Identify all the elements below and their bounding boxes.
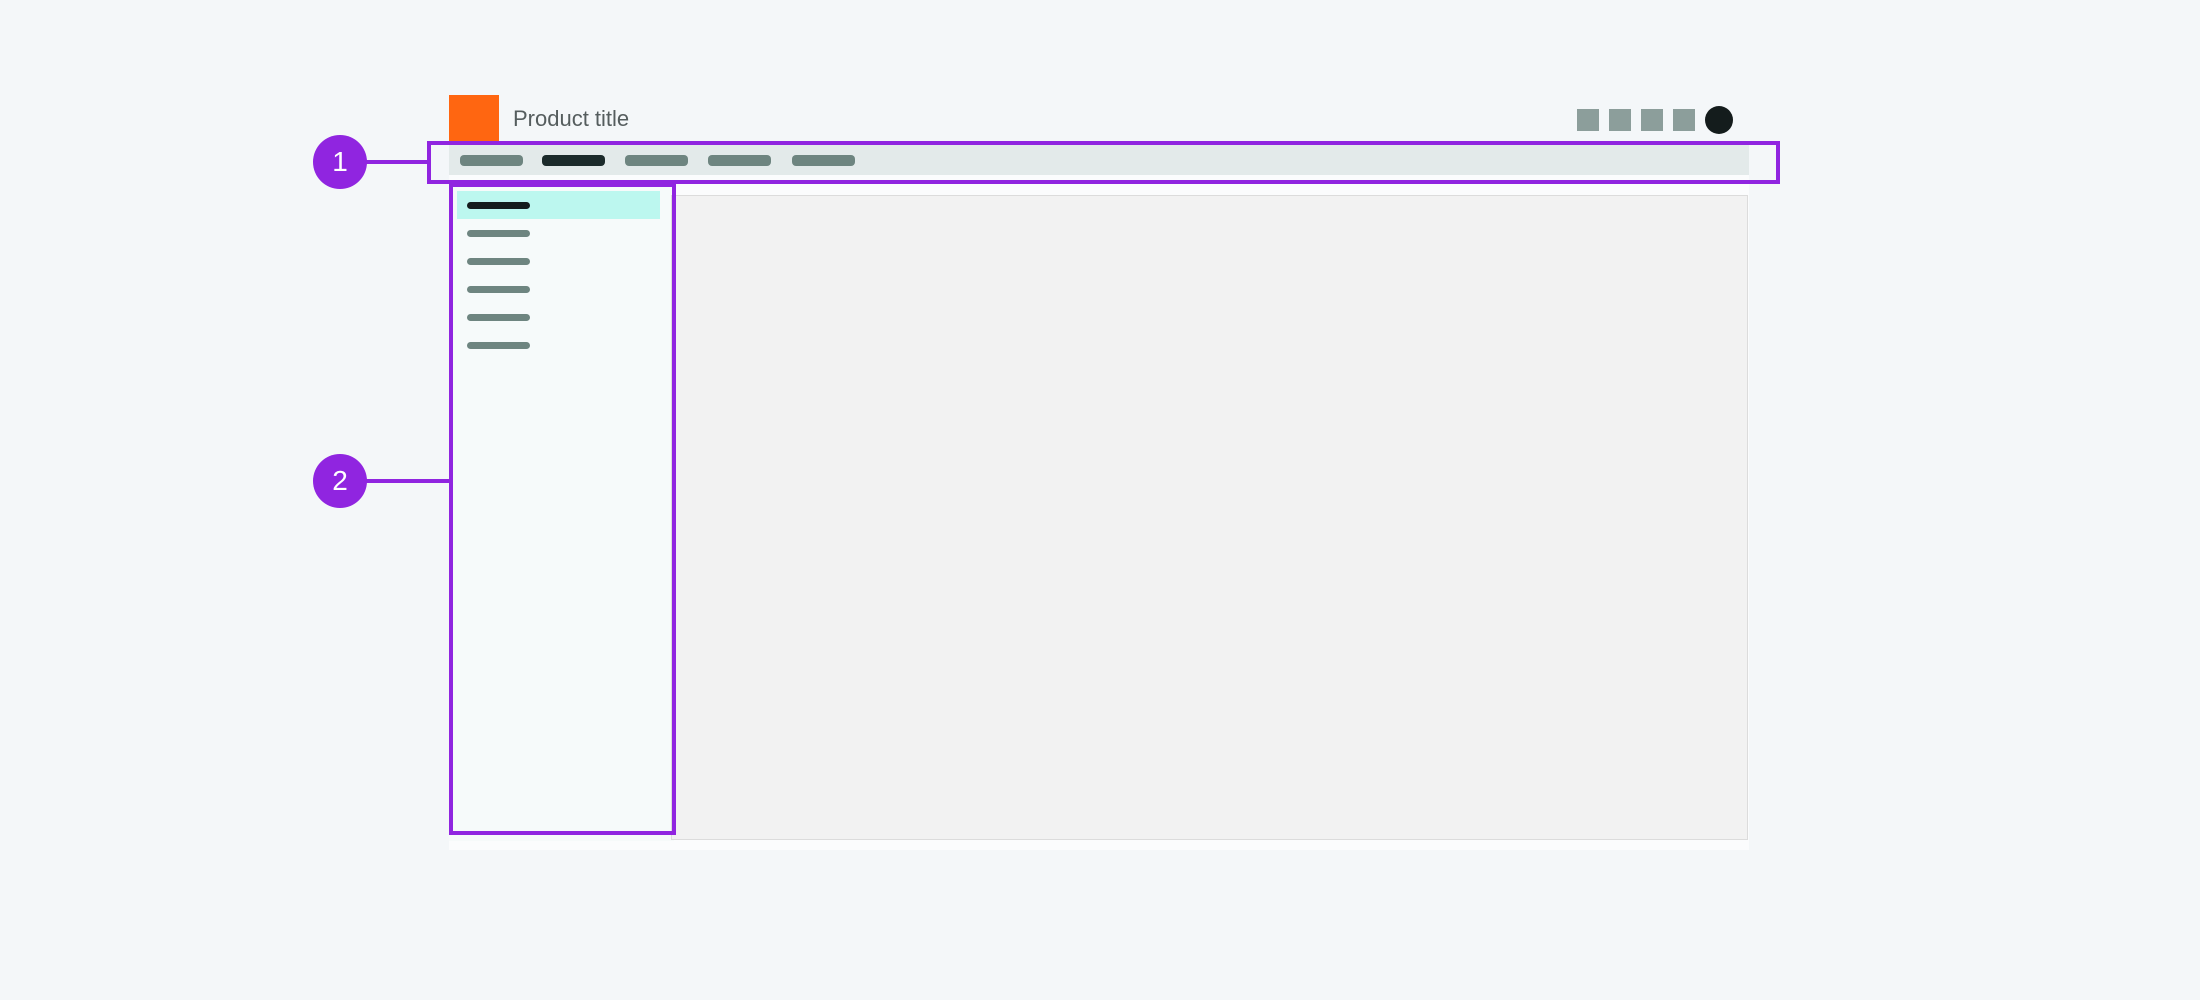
action-icon-3[interactable]: [1641, 109, 1663, 131]
callout-1-connector: [364, 160, 430, 164]
avatar-icon[interactable]: [1705, 106, 1733, 134]
logo[interactable]: [449, 95, 499, 142]
marker-1: 1: [313, 135, 367, 189]
callout-1-highlight: [427, 141, 1780, 184]
callout-2-connector: [364, 479, 452, 483]
marker-2: 2: [313, 454, 367, 508]
action-icon-4[interactable]: [1673, 109, 1695, 131]
content-area: [671, 195, 1748, 840]
diagram-canvas: Product title 1 2: [0, 0, 2200, 1000]
product-title: Product title: [513, 106, 630, 131]
callout-2-highlight: [449, 183, 676, 835]
action-icon-1[interactable]: [1577, 109, 1599, 131]
header: Product title: [449, 95, 1749, 142]
header-actions: [1577, 106, 1733, 134]
action-icon-2[interactable]: [1609, 109, 1631, 131]
